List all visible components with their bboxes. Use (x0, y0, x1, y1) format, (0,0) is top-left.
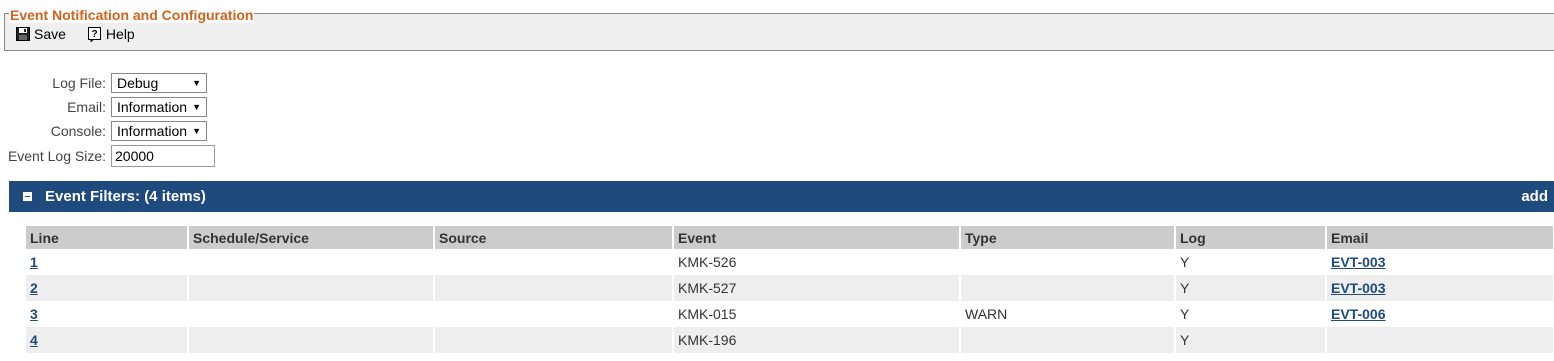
email-cell: EVT-006 (1326, 301, 1554, 327)
email-cell (1326, 327, 1554, 353)
source-cell (434, 275, 674, 301)
save-label: Save (34, 26, 66, 42)
line-cell: 4 (26, 327, 189, 353)
schedule-cell (188, 301, 435, 327)
type-cell (960, 327, 1176, 353)
log-cell: Y (1175, 249, 1327, 275)
table-row: 3 KMK-015 WARN Y EVT-006 (26, 301, 1554, 327)
event-log-size-label: Event Log Size: (7, 148, 106, 164)
email-label: Email: (67, 99, 106, 115)
line-cell: 3 (26, 301, 189, 327)
column-header-event[interactable]: Event (673, 226, 961, 249)
column-header-line[interactable]: Line (26, 226, 189, 249)
floppy-disk-icon (16, 27, 30, 41)
schedule-cell (188, 275, 435, 301)
event-log-size-input[interactable] (111, 145, 215, 167)
save-button[interactable]: Save (16, 26, 66, 42)
column-header-email[interactable]: Email (1326, 226, 1554, 249)
help-label: Help (105, 26, 135, 42)
line-link[interactable]: 1 (30, 254, 38, 270)
table-row: 2 KMK-527 Y EVT-003 (26, 275, 1554, 301)
event-cell: KMK-196 (673, 327, 961, 353)
line-cell: 2 (26, 275, 189, 301)
schedule-cell (188, 327, 435, 353)
email-link[interactable]: EVT-003 (1331, 280, 1385, 296)
type-cell: WARN (960, 301, 1176, 327)
column-header-type[interactable]: Type (960, 226, 1176, 249)
log-file-row: Log File: Debug ▼ (0, 73, 207, 93)
help-button[interactable]: ? Help (87, 26, 135, 42)
event-cell: KMK-527 (673, 275, 961, 301)
help-icon: ? (87, 26, 101, 42)
line-cell: 1 (26, 249, 189, 275)
email-select[interactable]: Information ▼ (111, 97, 207, 117)
line-link[interactable]: 4 (30, 332, 38, 348)
log-cell: Y (1175, 275, 1327, 301)
email-row: Email: Information ▼ (0, 97, 207, 117)
event-filters-table: Line Schedule/Service Source Event Type … (26, 226, 1554, 353)
log-file-label: Log File: (52, 75, 106, 91)
chevron-down-icon: ▼ (192, 78, 201, 88)
console-select[interactable]: Information ▼ (111, 121, 207, 141)
page-title: Event Notification and Configuration (9, 7, 255, 23)
column-header-schedule[interactable]: Schedule/Service (188, 226, 435, 249)
event-log-size-row: Event Log Size: (0, 145, 215, 167)
chevron-down-icon: ▼ (192, 102, 201, 112)
table-row: 4 KMK-196 Y (26, 327, 1554, 353)
event-filters-table-wrap: Line Schedule/Service Source Event Type … (26, 226, 1554, 353)
table-header-row: Line Schedule/Service Source Event Type … (26, 226, 1554, 249)
log-file-select[interactable]: Debug ▼ (111, 73, 207, 93)
type-cell (960, 275, 1176, 301)
line-link[interactable]: 3 (30, 306, 38, 322)
event-cell: KMK-015 (673, 301, 961, 327)
email-cell: EVT-003 (1326, 249, 1554, 275)
email-link[interactable]: EVT-006 (1331, 306, 1385, 322)
event-filters-title: Event Filters: (4 items) (45, 188, 206, 205)
svg-text:?: ? (91, 29, 97, 40)
type-cell (960, 249, 1176, 275)
console-label: Console: (50, 123, 106, 139)
email-value: Information (117, 99, 188, 115)
column-header-source[interactable]: Source (434, 226, 674, 249)
source-cell (434, 327, 674, 353)
chevron-down-icon: ▼ (192, 126, 201, 136)
source-cell (434, 301, 674, 327)
console-value: Information (117, 123, 188, 139)
log-cell: Y (1175, 327, 1327, 353)
console-row: Console: Information ▼ (0, 121, 207, 141)
collapse-icon[interactable] (23, 192, 32, 201)
log-cell: Y (1175, 301, 1327, 327)
table-row: 1 KMK-526 Y EVT-003 (26, 249, 1554, 275)
add-filter-link[interactable]: add (1521, 188, 1548, 205)
toolbar-items: Save ? Help (16, 26, 157, 42)
log-file-value: Debug (117, 75, 159, 91)
schedule-cell (188, 249, 435, 275)
event-filters-header: Event Filters: (4 items) add (9, 181, 1554, 212)
line-link[interactable]: 2 (30, 280, 38, 296)
event-cell: KMK-526 (673, 249, 961, 275)
email-cell: EVT-003 (1326, 275, 1554, 301)
source-cell (434, 249, 674, 275)
column-header-log[interactable]: Log (1175, 226, 1327, 249)
email-link[interactable]: EVT-003 (1331, 254, 1385, 270)
